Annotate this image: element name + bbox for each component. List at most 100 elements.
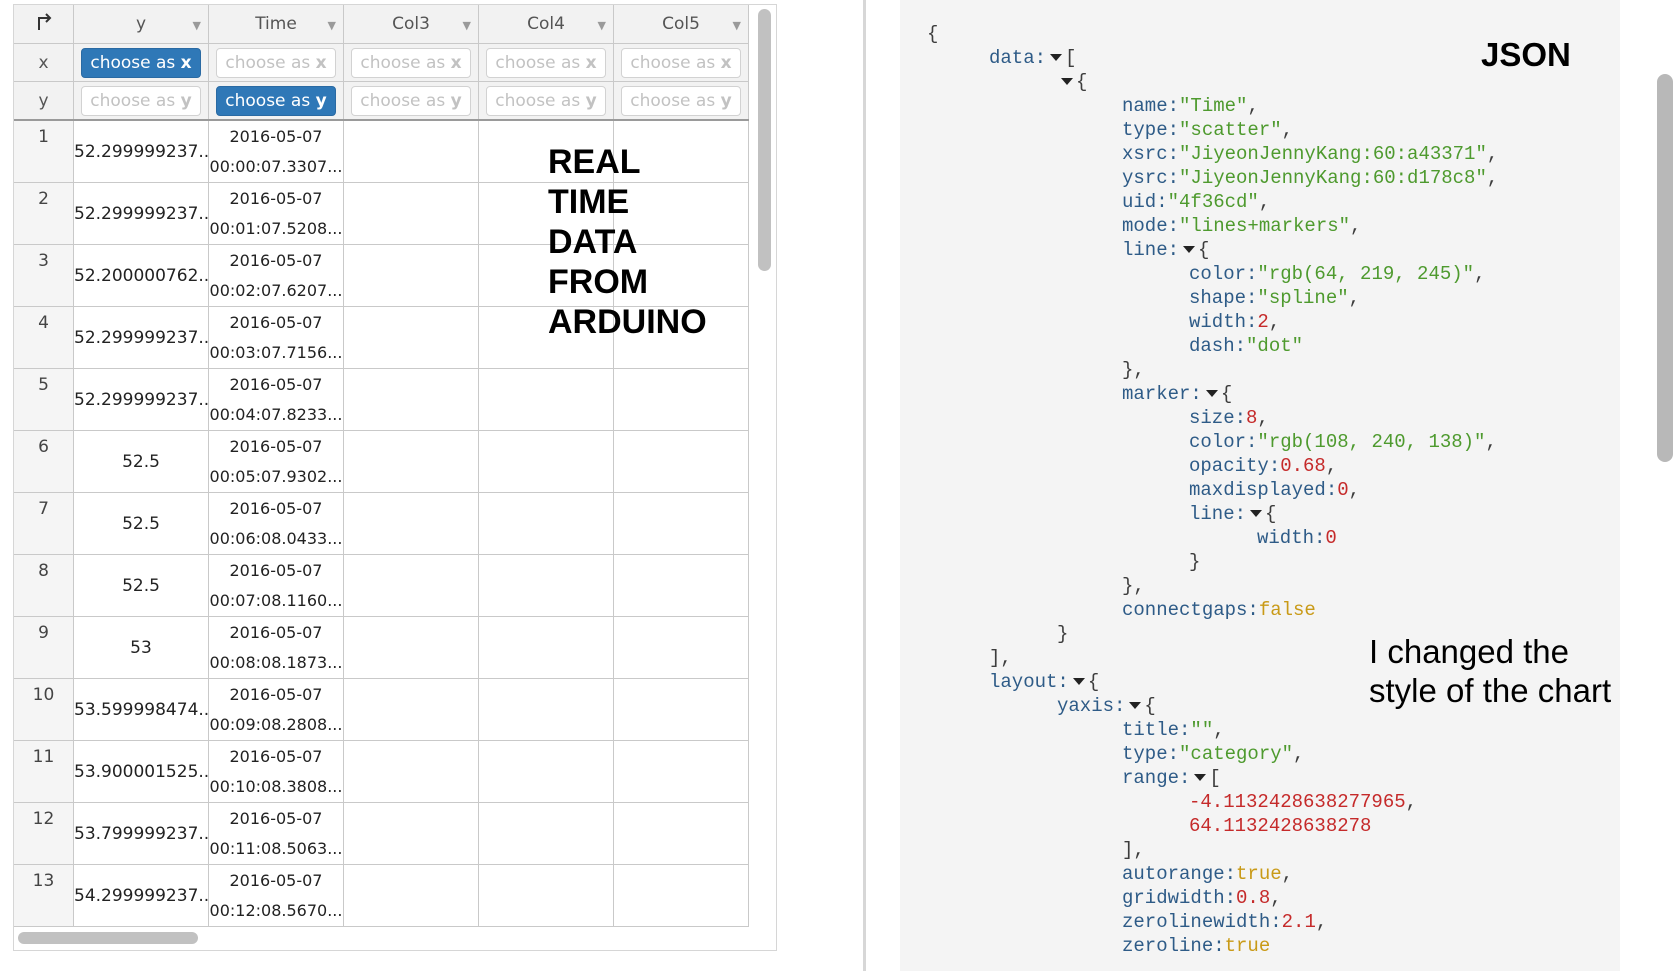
cell-y-value[interactable]: 52.5 [73,430,209,493]
empty-cell[interactable] [343,120,479,183]
cell-y-value[interactable]: 54.299999237... [73,864,209,927]
collapse-toggle-icon[interactable] [1183,246,1196,254]
cell-y-value[interactable]: 52.299999237... [73,306,209,369]
empty-cell[interactable] [613,678,749,741]
column-menu-icon[interactable]: ▼ [463,19,471,32]
row-number[interactable]: 2 [14,182,74,245]
transpose-button[interactable] [14,5,74,44]
cell-time-value[interactable]: 2016-05-07 00:02:07.6207... [208,244,344,307]
empty-cell[interactable] [613,368,749,431]
cell-y-value[interactable]: 52.5 [73,492,209,555]
collapse-toggle-icon[interactable] [1205,390,1218,398]
column-header-5[interactable]: Col5 ▼ [613,5,749,44]
collapse-toggle-icon[interactable] [1072,678,1085,686]
row-number[interactable]: 1 [14,120,74,183]
choose-as-x-button[interactable]: choose as x [81,47,201,78]
collapse-toggle-icon[interactable] [1061,78,1073,86]
choose-as-y-button[interactable]: choose as y [621,85,741,116]
empty-cell[interactable] [613,492,749,555]
cell-y-value[interactable]: 53.900001525... [73,740,209,803]
empty-cell[interactable] [478,492,614,555]
choose-as-x-button[interactable]: choose as x [621,47,741,78]
empty-cell[interactable] [343,306,479,369]
cell-time-value[interactable]: 2016-05-07 00:03:07.7156... [208,306,344,369]
choose-as-x-button[interactable]: choose as x [486,47,606,78]
empty-cell[interactable] [478,740,614,803]
panel-divider[interactable] [863,0,866,971]
choose-as-y-button[interactable]: choose as y [486,85,606,116]
choose-as-y-button[interactable]: choose as y [81,85,201,116]
collapse-toggle-icon[interactable] [1050,54,1063,62]
cell-y-value[interactable]: 52.200000762... [73,244,209,307]
empty-cell[interactable] [343,368,479,431]
column-menu-icon[interactable]: ▼ [193,19,201,32]
grid-horizontal-scrollbar[interactable] [18,932,198,944]
row-number[interactable]: 6 [14,430,74,493]
empty-cell[interactable] [478,430,614,493]
empty-cell[interactable] [343,244,479,307]
empty-cell[interactable] [613,430,749,493]
empty-cell[interactable] [613,864,749,927]
empty-cell[interactable] [343,182,479,245]
empty-cell[interactable] [343,554,479,617]
empty-cell[interactable] [478,616,614,679]
cell-y-value[interactable]: 53.799999237... [73,802,209,865]
row-number[interactable]: 9 [14,616,74,679]
row-number[interactable]: 8 [14,554,74,617]
cell-time-value[interactable]: 2016-05-07 00:04:07.8233... [208,368,344,431]
row-number[interactable]: 7 [14,492,74,555]
empty-cell[interactable] [478,802,614,865]
column-menu-icon[interactable]: ▼ [598,19,606,32]
row-number[interactable]: 4 [14,306,74,369]
collapse-toggle-icon[interactable] [1194,774,1207,782]
row-number[interactable]: 5 [14,368,74,431]
empty-cell[interactable] [613,802,749,865]
column-header-1[interactable]: y ▼ [73,5,209,44]
empty-cell[interactable] [613,740,749,803]
cell-y-value[interactable]: 52.299999237... [73,182,209,245]
choose-as-x-button[interactable]: choose as x [216,47,336,78]
cell-y-value[interactable]: 52.5 [73,554,209,617]
empty-cell[interactable] [613,554,749,617]
choose-as-x-button[interactable]: choose as x [351,47,471,78]
column-header-2[interactable]: Time ▼ [208,5,344,44]
column-menu-icon[interactable]: ▼ [733,19,741,32]
empty-cell[interactable] [343,678,479,741]
cell-time-value[interactable]: 2016-05-07 00:05:07.9302... [208,430,344,493]
cell-time-value[interactable]: 2016-05-07 00:01:07.5208... [208,182,344,245]
cell-y-value[interactable]: 52.299999237... [73,120,209,183]
empty-cell[interactable] [343,430,479,493]
choose-as-y-button[interactable]: choose as y [216,85,336,116]
empty-cell[interactable] [343,616,479,679]
cell-time-value[interactable]: 2016-05-07 00:10:08.3808... [208,740,344,803]
row-number[interactable]: 3 [14,244,74,307]
row-number[interactable]: 12 [14,802,74,865]
row-number[interactable]: 13 [14,864,74,927]
empty-cell[interactable] [478,368,614,431]
empty-cell[interactable] [343,802,479,865]
empty-cell[interactable] [478,678,614,741]
cell-time-value[interactable]: 2016-05-07 00:09:08.2808... [208,678,344,741]
empty-cell[interactable] [343,864,479,927]
cell-y-value[interactable]: 53.599998474... [73,678,209,741]
grid-vertical-scrollbar[interactable] [758,9,771,271]
row-number[interactable]: 11 [14,740,74,803]
choose-as-y-button[interactable]: choose as y [351,85,471,116]
column-header-3[interactable]: Col3 ▼ [343,5,479,44]
empty-cell[interactable] [343,492,479,555]
column-menu-icon[interactable]: ▼ [328,19,336,32]
collapse-toggle-icon[interactable] [1129,702,1142,710]
empty-cell[interactable] [478,864,614,927]
cell-time-value[interactable]: 2016-05-07 00:06:08.0433... [208,492,344,555]
cell-time-value[interactable]: 2016-05-07 00:11:08.5063... [208,802,344,865]
json-vertical-scrollbar[interactable] [1657,74,1673,462]
row-number[interactable]: 10 [14,678,74,741]
column-header-4[interactable]: Col4 ▼ [478,5,614,44]
cell-time-value[interactable]: 2016-05-07 00:12:08.5670... [208,864,344,927]
cell-time-value[interactable]: 2016-05-07 00:07:08.1160... [208,554,344,617]
empty-cell[interactable] [343,740,479,803]
cell-y-value[interactable]: 52.299999237... [73,368,209,431]
empty-cell[interactable] [613,616,749,679]
empty-cell[interactable] [478,554,614,617]
cell-time-value[interactable]: 2016-05-07 00:08:08.1873... [208,616,344,679]
